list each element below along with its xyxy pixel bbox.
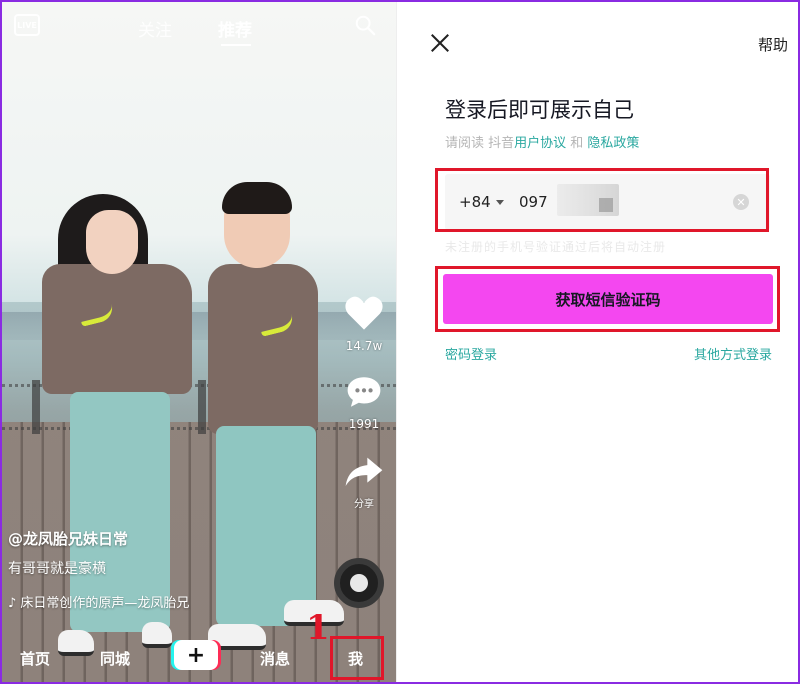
live-icon[interactable]: LIVE	[14, 14, 40, 36]
other-login-methods-link[interactable]: 其他方式登录	[694, 344, 772, 363]
video-feed-screen: LIVE 关注 推荐 14.7w 1991 分享 @龙凤胎兄妹日常 有哥哥就是豪…	[2, 2, 396, 682]
share-arrow-icon	[345, 457, 383, 486]
boy-figure-hair	[222, 182, 292, 214]
step-number-label: 1	[306, 608, 330, 648]
password-login-link[interactable]: 密码登录	[445, 344, 497, 363]
comment-count: 1991	[348, 417, 380, 431]
user-agreement-link[interactable]: 用户协议	[514, 136, 566, 151]
girl-figure-face	[86, 210, 138, 274]
music-disc-avatar[interactable]	[334, 558, 384, 608]
boy-figure-shirt	[208, 264, 318, 434]
sms-button-highlight-box	[435, 266, 780, 332]
boy-figure-jeans	[216, 426, 316, 626]
login-title: 登录后即可展示自己	[445, 98, 634, 122]
heart-icon	[345, 296, 383, 330]
auto-register-hint: 未注册的手机号验证通过后将自动注册	[445, 240, 667, 254]
nav-messages[interactable]: 消息	[260, 648, 290, 669]
close-icon[interactable]	[429, 32, 451, 54]
video-description: 有哥哥就是豪横	[8, 561, 106, 577]
railing-post	[32, 380, 40, 434]
tab-following[interactable]: 关注	[138, 16, 172, 41]
active-tab-indicator	[221, 44, 251, 46]
search-icon[interactable]	[354, 14, 376, 36]
me-tab-highlight-box	[330, 636, 384, 680]
comment-button[interactable]: 1991	[338, 374, 390, 431]
agreement-text: 请阅读 抖音用户协议 和 隐私政策	[445, 132, 639, 151]
create-post-button[interactable]: +	[174, 640, 218, 670]
login-screen: 帮助 登录后即可展示自己 请阅读 抖音用户协议 和 隐私政策 +84 097 ✕…	[396, 2, 798, 682]
screenshot-root: LIVE 关注 推荐 14.7w 1991 分享 @龙凤胎兄妹日常 有哥哥就是豪…	[0, 0, 800, 684]
video-author[interactable]: @龙凤胎兄妹日常	[8, 528, 128, 549]
railing-post	[198, 380, 206, 434]
phone-input-highlight-box	[435, 168, 769, 232]
nav-home[interactable]: 首页	[20, 648, 50, 669]
agreement-prefix: 请阅读 抖音	[445, 136, 515, 151]
agreement-and: 和	[566, 136, 588, 151]
help-link[interactable]: 帮助	[758, 34, 788, 55]
tab-recommended[interactable]: 推荐	[218, 16, 252, 41]
comment-icon	[347, 377, 381, 407]
like-button[interactable]: 14.7w	[338, 294, 390, 353]
like-count: 14.7w	[345, 339, 383, 353]
nav-local[interactable]: 同城	[100, 648, 130, 669]
girl-figure-shirt	[42, 264, 192, 394]
feed-top-nav: LIVE 关注 推荐	[2, 2, 396, 50]
share-button[interactable]: 分享	[338, 454, 390, 510]
privacy-policy-link[interactable]: 隐私政策	[587, 136, 639, 151]
music-title[interactable]: ♪ 床日常创作的原声—龙凤胎兄	[8, 592, 208, 611]
share-label: 分享	[354, 499, 374, 510]
